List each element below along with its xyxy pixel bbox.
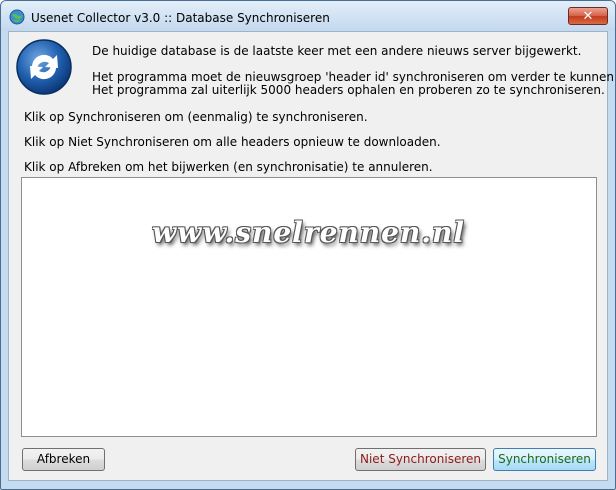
message-line-1: De huidige database is de laatste keer m… [92,44,582,58]
no-sync-button[interactable]: Niet Synchroniseren [355,448,486,471]
message-line-2: Het programma moet de nieuwsgroep 'heade… [92,70,616,84]
cancel-button[interactable]: Afbreken [22,448,105,471]
dialog-window: Usenet Collector v3.0 :: Database Synchr… [0,0,616,490]
globe-icon [9,9,25,25]
message-line-6: Klik op Afbreken om het bijwerken (en sy… [24,160,433,174]
close-button[interactable]: ✕ [568,7,608,25]
window-title: Usenet Collector v3.0 :: Database Synchr… [31,11,330,25]
refresh-arrows-icon [15,38,73,96]
sync-button[interactable]: Synchroniseren [493,448,596,471]
message-line-3: Het programma zal uiterlijk 5000 headers… [92,83,605,97]
log-area[interactable]: www.snelrennen.nl [21,177,597,437]
watermark: www.snelrennen.nl [152,216,466,249]
message-line-5: Klik op Niet Synchroniseren om alle head… [24,135,441,149]
close-icon: ✕ [582,9,594,24]
message-line-4: Klik op Synchroniseren om (eenmalig) te … [24,110,368,124]
dialog-content: De huidige database is de laatste keer m… [8,31,615,481]
title-bar[interactable]: Usenet Collector v3.0 :: Database Synchr… [1,1,615,31]
